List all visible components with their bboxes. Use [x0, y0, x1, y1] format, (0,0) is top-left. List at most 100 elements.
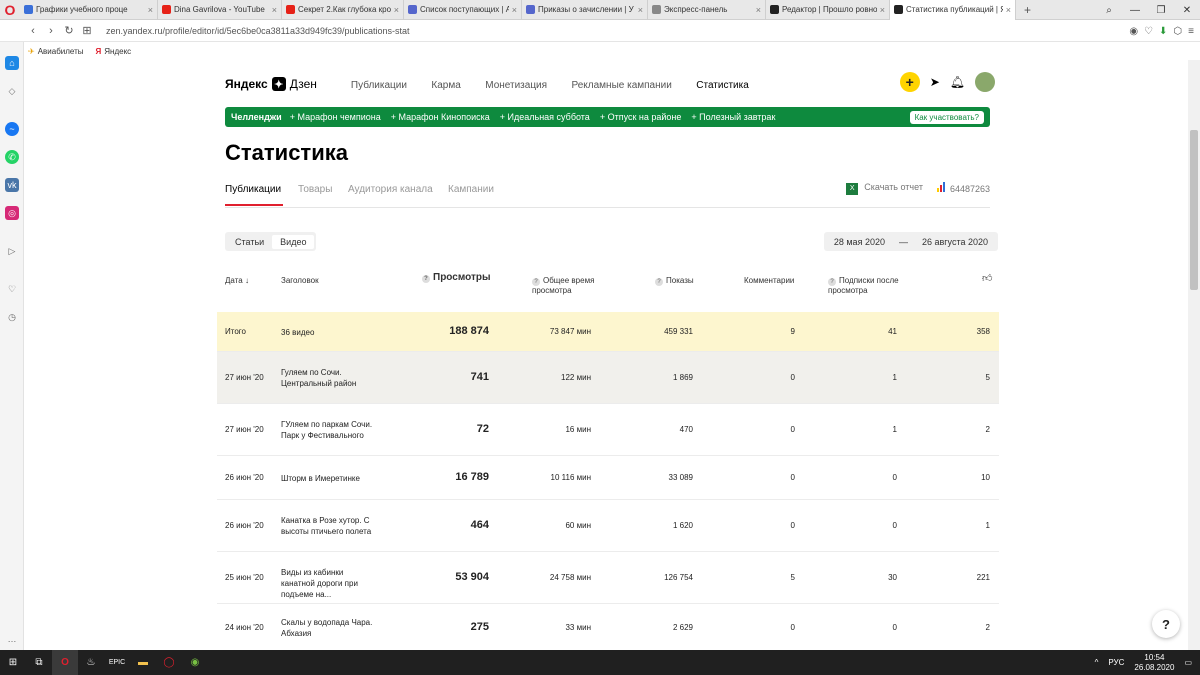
close-tab-icon[interactable]: × — [512, 5, 517, 15]
tab-products[interactable]: Товары — [298, 184, 332, 195]
vk-icon[interactable]: vk — [5, 178, 19, 192]
col-subscriptions[interactable]: ? Подписки после просмотра — [828, 276, 908, 296]
browser-tab[interactable]: Приказы о зачислении | У × — [522, 0, 648, 20]
like-icon[interactable]: 👍︎ — [982, 274, 992, 284]
how-to-participate-button[interactable]: Как участвовать? — [909, 111, 984, 124]
segment-articles[interactable]: Статьи — [227, 235, 272, 249]
messenger-icon[interactable]: ~ — [5, 122, 19, 136]
steam-icon[interactable]: ♨ — [78, 650, 104, 675]
help-icon[interactable]: ? — [655, 278, 663, 286]
col-shows[interactable]: ? Показы — [655, 276, 694, 286]
instagram-icon[interactable]: ◎ — [5, 206, 19, 220]
menu-karma[interactable]: Карма — [431, 80, 460, 91]
challenge-item[interactable]: + Идеальная суббота — [500, 112, 590, 122]
windows-start-icon[interactable]: ⊞ — [0, 650, 26, 675]
send-icon[interactable]: ▷ — [5, 244, 19, 258]
cell-title[interactable]: Гуляем по Сочи. Центральный район — [281, 367, 377, 389]
close-tab-icon[interactable]: × — [756, 5, 761, 15]
close-window-button[interactable]: ✕ — [1174, 5, 1200, 16]
paper-plane-icon[interactable]: ➤ — [930, 75, 940, 89]
clock[interactable]: 10:54 26.08.2020 — [1134, 653, 1174, 673]
bookmark-yandex[interactable]: Я Яндекс — [96, 47, 132, 56]
tray-expand-icon[interactable]: ^ — [1095, 658, 1099, 667]
close-tab-icon[interactable]: × — [1006, 5, 1011, 15]
browser-tab[interactable]: Графики учебного проце × — [20, 0, 158, 20]
close-tab-icon[interactable]: × — [394, 5, 399, 15]
menu-statistics[interactable]: Статистика — [696, 80, 749, 91]
cell-title[interactable]: Шторм в Имеретинке — [281, 473, 377, 484]
challenge-item[interactable]: + Полезный завтрак — [691, 112, 775, 122]
notifications-icon[interactable]: ▭ — [1184, 658, 1192, 667]
col-views[interactable]: ? Просмотры — [422, 273, 491, 283]
home-icon[interactable]: ⌂ — [5, 56, 19, 70]
close-tab-icon[interactable]: × — [272, 5, 277, 15]
menu-icon[interactable]: ≡ — [1188, 26, 1194, 37]
challenge-item[interactable]: + Марафон чемпиона — [290, 112, 381, 122]
bookmark-aviatickets[interactable]: ✈ Авиабилеты — [28, 47, 84, 56]
create-button[interactable]: + — [899, 72, 920, 92]
table-row[interactable]: 25 июн '20 Виды из кабинки канатной дорог… — [217, 552, 999, 604]
utorrent-icon[interactable]: ◉ — [182, 650, 208, 675]
help-icon[interactable]: ? — [532, 278, 540, 286]
browser-tab[interactable]: Статистика публикаций | Я × — [890, 0, 1016, 20]
date-range-picker[interactable]: 28 мая 2020 — 26 августа 2020 — [823, 232, 998, 251]
download-icon[interactable]: ⬇ — [1159, 26, 1167, 37]
more-icon[interactable]: … — [5, 632, 19, 646]
date-from[interactable]: 28 мая 2020 — [834, 237, 885, 247]
heart-icon[interactable]: ♡ — [5, 282, 19, 296]
tab-campaigns[interactable]: Кампании — [448, 184, 494, 195]
restore-button[interactable]: ❐ — [1148, 5, 1174, 16]
browser-tab[interactable]: Список поступающих | Аб × — [404, 0, 522, 20]
col-date[interactable]: Дата ↓ — [225, 276, 249, 286]
tabs-grid-icon[interactable]: ⊞ — [78, 24, 96, 37]
opera-gx-icon[interactable]: ◯ — [156, 650, 182, 675]
browser-tab[interactable]: Dina Gavrilova - YouTube × — [158, 0, 282, 20]
col-comments[interactable]: Комментарии — [744, 276, 794, 286]
cell-title[interactable]: Виды из кабинки канатной дороги при подъ… — [281, 567, 377, 600]
epic-games-icon[interactable]: EPIC — [104, 650, 130, 675]
bell-icon[interactable]: 🔔︎ — [950, 75, 965, 89]
menu-ad-campaigns[interactable]: Рекламные кампании — [572, 80, 672, 91]
language-indicator[interactable]: РУС — [1108, 658, 1124, 667]
search-icon[interactable]: ⌕ — [1096, 5, 1122, 16]
opera-taskbar-icon[interactable]: O — [52, 650, 78, 675]
new-tab-button[interactable]: + — [1016, 3, 1039, 17]
scrollbar-thumb[interactable] — [1190, 130, 1198, 290]
table-row[interactable]: 26 июн '20 Шторм в Имеретинке 16 789 10 116… — [217, 456, 999, 500]
history-icon[interactable]: ◷ — [5, 310, 19, 324]
help-icon[interactable]: ? — [828, 278, 836, 286]
url-field[interactable]: zen.yandex.ru/profile/editor/id/5ec6be0c… — [106, 26, 410, 36]
cell-title[interactable]: Канатка в Розе хутор. С высоты птичьего … — [281, 515, 377, 537]
browser-tab[interactable]: Экспресс-панель × — [648, 0, 766, 20]
close-tab-icon[interactable]: × — [638, 5, 643, 15]
close-tab-icon[interactable]: × — [148, 5, 153, 15]
zen-logo[interactable]: Яндекс ✦ Дзен — [225, 77, 317, 91]
speed-dial-icon[interactable]: ◇ — [5, 84, 19, 98]
close-tab-icon[interactable]: × — [880, 5, 885, 15]
challenge-item[interactable]: + Отпуск на районе — [600, 112, 682, 122]
bookmark-icon[interactable]: ♡ — [1144, 26, 1153, 37]
table-row[interactable]: 27 июн '20 Гуляем по Сочи. Центральный ра… — [217, 352, 999, 404]
menu-monetization[interactable]: Монетизация — [485, 80, 547, 91]
camera-icon[interactable]: ◉ — [1129, 26, 1138, 37]
whatsapp-icon[interactable]: ✆ — [5, 150, 19, 164]
browser-tab[interactable]: Секрет 2.Как глубока кро × — [282, 0, 404, 20]
reload-button[interactable]: ↻ — [60, 24, 78, 37]
table-row[interactable]: 26 июн '20 Канатка в Розе хутор. С высоты… — [217, 500, 999, 552]
task-view-icon[interactable]: ⧉ — [26, 650, 52, 675]
extensions-icon[interactable]: ⬡ — [1173, 26, 1182, 37]
date-to[interactable]: 26 августа 2020 — [922, 237, 988, 247]
help-icon[interactable]: ? — [422, 275, 430, 283]
forward-button[interactable]: › — [42, 25, 60, 37]
challenge-item[interactable]: + Марафон Кинопоиска — [391, 112, 490, 122]
cell-title[interactable]: ГУляем по паркам Сочи. Парк у Фестивальн… — [281, 419, 377, 441]
help-button[interactable]: ? — [1152, 610, 1180, 638]
avatar[interactable] — [975, 72, 995, 92]
browser-tab[interactable]: Редактор | Прошло ровно × — [766, 0, 890, 20]
table-row[interactable]: 27 июн '20 ГУляем по паркам Сочи. Парк у … — [217, 404, 999, 456]
scrollbar[interactable] — [1188, 60, 1200, 650]
tab-audience[interactable]: Аудитория канала — [348, 184, 433, 195]
file-explorer-icon[interactable]: ▬ — [130, 650, 156, 675]
metrika-counter-link[interactable]: 64487263 — [936, 182, 990, 194]
segment-video[interactable]: Видео — [272, 234, 315, 249]
